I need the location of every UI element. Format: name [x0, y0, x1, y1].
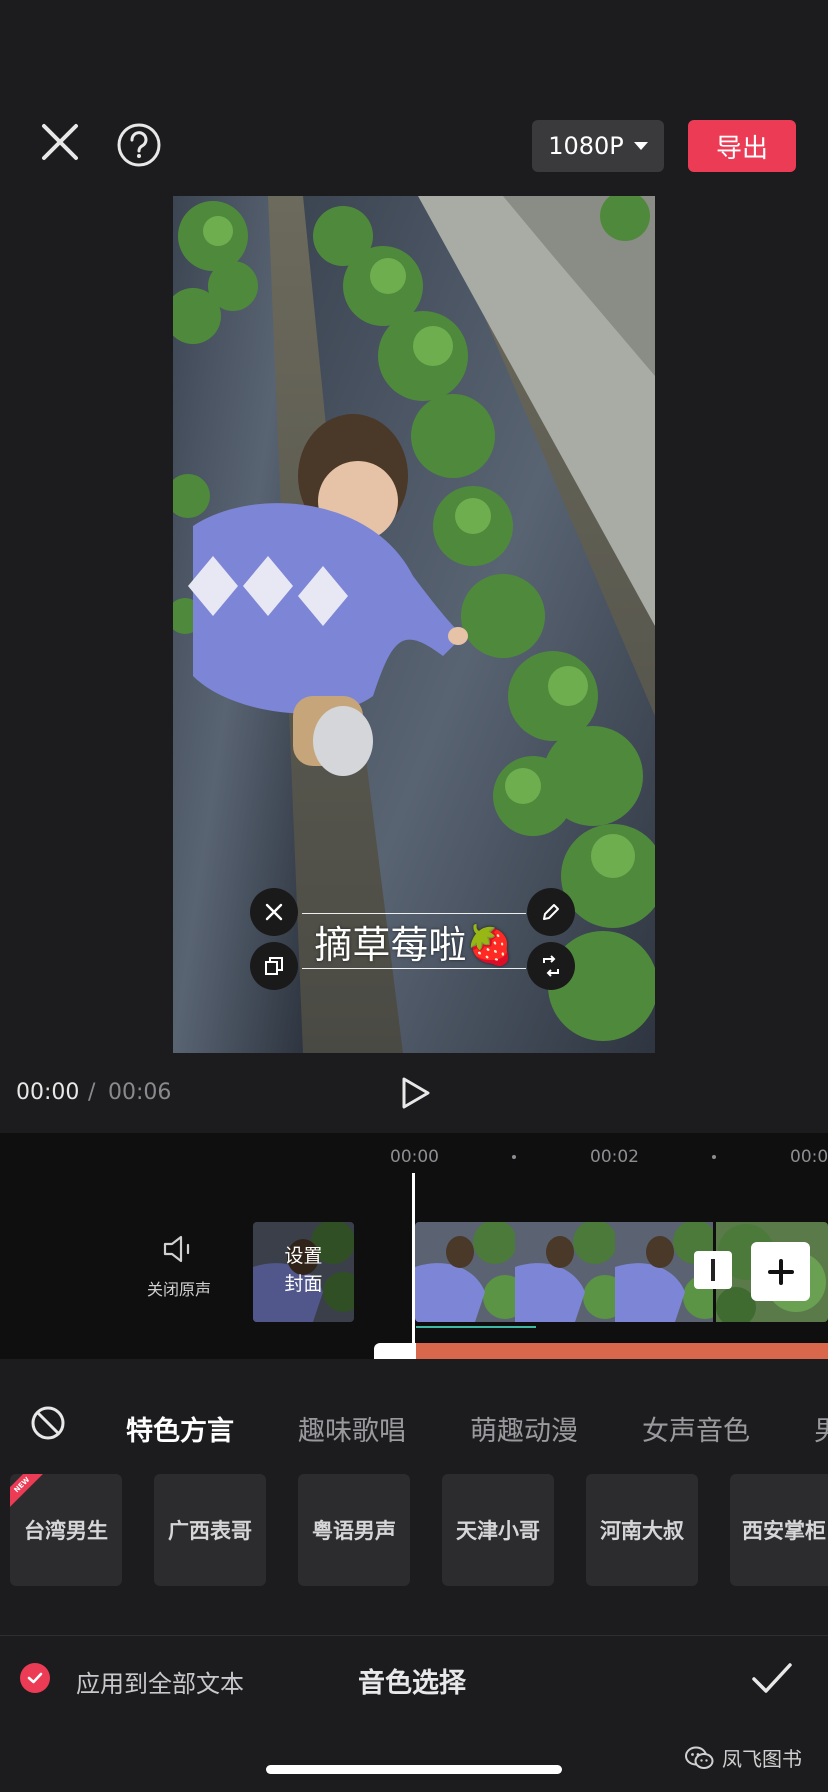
apply-all-checkbox[interactable] [20, 1663, 50, 1693]
tab-male-voice[interactable]: 男 [814, 1409, 828, 1448]
ruler-label: 00:0 [790, 1147, 828, 1167]
ruler-label: 00:00 [390, 1147, 439, 1167]
voice-label: 台湾男生 [24, 1519, 108, 1543]
checkmark-icon [752, 1663, 792, 1693]
divider [0, 1635, 828, 1636]
resolution-label: 1080P [548, 132, 624, 160]
timeline[interactable]: 00:00 00:02 00:0 关闭原声 设置 封面 [0, 1133, 828, 1359]
caret-down-icon [633, 142, 648, 150]
no-effect-button[interactable] [30, 1405, 66, 1441]
speaker-icon [163, 1235, 190, 1263]
export-button[interactable]: 导出 [688, 120, 796, 172]
tab-female-voice[interactable]: 女声音色 [642, 1409, 750, 1448]
transition-icon [711, 1259, 715, 1281]
voice-card[interactable]: 天津小哥 [442, 1474, 554, 1586]
resolution-dropdown[interactable]: 1080P [532, 120, 664, 172]
caption-rotate-scale-button[interactable] [527, 942, 575, 990]
check-icon [27, 1672, 43, 1684]
new-badge-label: NEW [12, 1475, 32, 1495]
cover-label-line1: 设置 [284, 1245, 323, 1267]
confirm-button[interactable] [750, 1659, 794, 1699]
tab-dialect[interactable]: 特色方言 [126, 1409, 234, 1448]
watermark-text: 凤飞图书 [722, 1747, 802, 1771]
voice-label: 河南大叔 [600, 1519, 684, 1543]
playhead[interactable] [412, 1173, 415, 1359]
transition-marker[interactable] [694, 1251, 732, 1289]
rotate-icon [543, 955, 559, 977]
caption-delete-button[interactable] [250, 888, 298, 936]
caption-text[interactable]: 摘草莓啦🍓 [302, 913, 526, 969]
voice-card[interactable]: 台湾男生 NEW [10, 1474, 122, 1586]
voice-card[interactable]: 粤语男声 [298, 1474, 410, 1586]
cover-label: 设置 封面 [253, 1242, 354, 1298]
copy-icon [265, 957, 283, 975]
voice-label: 粤语男声 [312, 1519, 396, 1543]
text-track-fill [416, 1343, 828, 1359]
voice-card[interactable]: 河南大叔 [586, 1474, 698, 1586]
play-icon [402, 1077, 430, 1109]
apply-all-label[interactable]: 应用到全部文本 [76, 1664, 244, 1699]
top-bar: 1080P 导出 [0, 0, 828, 196]
audio-track-line [416, 1326, 536, 1328]
mute-original-audio-button[interactable]: 关闭原声 [140, 1234, 220, 1306]
total-time: 00:06 [108, 1080, 172, 1105]
help-icon[interactable] [116, 122, 162, 168]
watermark: 凤飞图书 [684, 1743, 802, 1772]
tab-anime[interactable]: 萌趣动漫 [470, 1409, 578, 1448]
caption-edit-button[interactable] [527, 888, 575, 936]
cover-label-line2: 封面 [284, 1273, 323, 1295]
current-time: 00:00 [16, 1080, 80, 1105]
tab-fun-singing[interactable]: 趣味歌唱 [298, 1409, 406, 1448]
plus-icon [767, 1258, 794, 1285]
add-clip-button[interactable] [751, 1242, 810, 1301]
voice-card[interactable]: 西安掌柜 [730, 1474, 828, 1586]
panel-title: 音色选择 [358, 1668, 466, 1699]
new-badge: NEW [10, 1474, 44, 1507]
close-icon [265, 903, 283, 921]
voice-label: 天津小哥 [456, 1519, 540, 1543]
ban-icon [31, 1406, 65, 1440]
ruler-dot [712, 1155, 716, 1159]
home-indicator[interactable] [266, 1765, 562, 1774]
mute-label: 关闭原声 [147, 1280, 212, 1299]
ruler-label: 00:02 [590, 1147, 639, 1167]
play-button[interactable] [398, 1076, 432, 1110]
caption-duplicate-button[interactable] [250, 942, 298, 990]
export-label: 导出 [715, 133, 768, 164]
pencil-icon [543, 904, 559, 920]
voice-label: 西安掌柜 [742, 1519, 826, 1543]
wechat-icon [685, 1746, 714, 1769]
set-cover-button[interactable]: 设置 封面 [253, 1222, 354, 1322]
text-track-bar[interactable] [374, 1343, 828, 1359]
time-separator: / [88, 1080, 96, 1105]
voice-card[interactable]: 广西表哥 [154, 1474, 266, 1586]
close-icon[interactable] [36, 118, 84, 166]
ruler-dot [512, 1155, 516, 1159]
voice-panel: 特色方言 趣味歌唱 萌趣动漫 女声音色 男 台湾男生 NEW 广西表哥 粤语男声… [0, 1359, 828, 1792]
voice-label: 广西表哥 [168, 1519, 252, 1543]
